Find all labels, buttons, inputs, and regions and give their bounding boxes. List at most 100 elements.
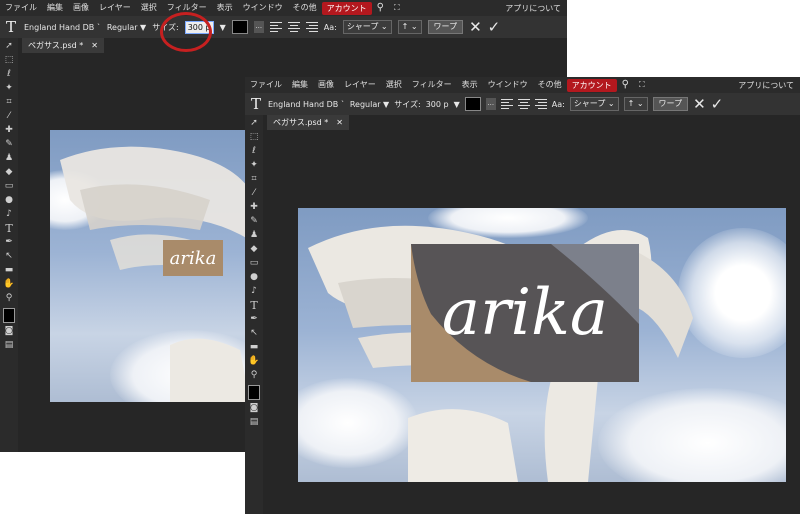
eyedropper-tool-icon[interactable]: ⁄ bbox=[248, 188, 260, 199]
align-left-icon[interactable] bbox=[500, 99, 513, 109]
type-tool-icon[interactable]: T bbox=[3, 223, 15, 234]
color-swatches-icon[interactable] bbox=[248, 384, 260, 400]
search-icon[interactable]: ⚲ bbox=[617, 77, 634, 93]
warp-button[interactable]: ワープ bbox=[427, 20, 464, 34]
antialias-select[interactable]: シャープ ⌄ bbox=[342, 20, 392, 34]
pen-tool-icon[interactable]: ✒ bbox=[3, 237, 15, 248]
lasso-tool-icon[interactable]: ℓ bbox=[3, 69, 15, 80]
blur-tool-icon[interactable]: ● bbox=[248, 272, 260, 283]
dodge-tool-icon[interactable]: ♪ bbox=[248, 286, 260, 297]
gradient-tool-icon[interactable]: ▭ bbox=[3, 181, 15, 192]
menu-image[interactable]: 画像 bbox=[68, 0, 94, 16]
warp-button[interactable]: ワープ bbox=[652, 97, 689, 111]
antialias-select[interactable]: シャープ ⌄ bbox=[569, 97, 619, 111]
font-family-select[interactable]: England Hand DB ` bbox=[268, 100, 345, 109]
eyedropper-tool-icon[interactable]: ⁄ bbox=[3, 111, 15, 122]
stamp-tool-icon[interactable]: ♟ bbox=[248, 230, 260, 241]
crop-tool-icon[interactable]: ⌗ bbox=[248, 174, 260, 185]
menu-edit[interactable]: 編集 bbox=[287, 77, 313, 93]
gradient-tool-icon[interactable]: ▭ bbox=[248, 258, 260, 269]
menu-account[interactable]: アカウント bbox=[566, 78, 617, 92]
menu-file[interactable]: ファイル bbox=[0, 0, 42, 16]
search-icon[interactable]: ⚲ bbox=[372, 0, 389, 16]
healing-tool-icon[interactable]: ✚ bbox=[248, 202, 260, 213]
more-options-button[interactable]: ... bbox=[485, 98, 496, 110]
align-right-icon[interactable] bbox=[305, 22, 318, 32]
text-color-swatch[interactable] bbox=[231, 20, 248, 34]
menu-about[interactable]: アプリについて bbox=[505, 3, 567, 14]
marquee-tool-icon[interactable]: ⬚ bbox=[3, 55, 15, 66]
font-style-select[interactable]: Regular ▼ bbox=[350, 100, 389, 109]
menu-file[interactable]: ファイル bbox=[245, 77, 287, 93]
text-color-swatch[interactable] bbox=[464, 97, 481, 111]
close-tab-icon[interactable]: ✕ bbox=[336, 118, 343, 127]
font-style-select[interactable]: Regular ▼ bbox=[107, 23, 146, 32]
align-center-icon[interactable] bbox=[287, 22, 300, 32]
fullscreen-icon[interactable]: ⛶ bbox=[389, 0, 405, 16]
menu-filter[interactable]: フィルター bbox=[407, 77, 457, 93]
fullscreen-icon[interactable]: ⛶ bbox=[634, 77, 650, 93]
menu-view[interactable]: 表示 bbox=[212, 0, 238, 16]
text-layer-box[interactable]: arika bbox=[163, 240, 223, 276]
path-select-tool-icon[interactable]: ↖ bbox=[3, 251, 15, 262]
magic-wand-tool-icon[interactable]: ✦ bbox=[3, 83, 15, 94]
document-canvas[interactable]: arika bbox=[50, 130, 250, 402]
quick-mask-icon[interactable]: ◙ bbox=[248, 403, 260, 414]
menu-view[interactable]: 表示 bbox=[457, 77, 483, 93]
eraser-tool-icon[interactable]: ◆ bbox=[3, 167, 15, 178]
align-right-icon[interactable] bbox=[534, 99, 547, 109]
shape-tool-icon[interactable]: ▬ bbox=[3, 265, 15, 276]
dodge-tool-icon[interactable]: ♪ bbox=[3, 209, 15, 220]
menu-window[interactable]: ウインドウ bbox=[238, 0, 288, 16]
brush-tool-icon[interactable]: ✎ bbox=[3, 139, 15, 150]
cancel-icon[interactable]: ✕ bbox=[469, 20, 482, 35]
zoom-tool-icon[interactable]: ⚲ bbox=[3, 293, 15, 304]
hand-tool-icon[interactable]: ✋ bbox=[248, 356, 260, 367]
menu-image[interactable]: 画像 bbox=[313, 77, 339, 93]
move-tool-icon[interactable]: ➚ bbox=[3, 41, 15, 52]
commit-icon[interactable]: ✓ bbox=[488, 20, 501, 35]
quick-mask-icon[interactable]: ◙ bbox=[3, 326, 15, 337]
menu-layer[interactable]: レイヤー bbox=[94, 0, 136, 16]
menu-edit[interactable]: 編集 bbox=[42, 0, 68, 16]
document-canvas[interactable]: arika bbox=[298, 208, 786, 482]
move-tool-icon[interactable]: ➚ bbox=[248, 118, 260, 129]
magic-wand-tool-icon[interactable]: ✦ bbox=[248, 160, 260, 171]
menu-more[interactable]: その他 bbox=[288, 0, 322, 16]
screen-mode-icon[interactable]: ▤ bbox=[3, 340, 15, 351]
healing-tool-icon[interactable]: ✚ bbox=[3, 125, 15, 136]
more-options-button[interactable]: ... bbox=[253, 21, 264, 33]
text-layer-box[interactable]: arika bbox=[411, 244, 639, 382]
menu-select[interactable]: 選択 bbox=[381, 77, 407, 93]
align-left-icon[interactable] bbox=[269, 22, 282, 32]
crop-tool-icon[interactable]: ⌗ bbox=[3, 97, 15, 108]
align-center-icon[interactable] bbox=[517, 99, 530, 109]
color-swatches-icon[interactable] bbox=[3, 307, 15, 323]
path-select-tool-icon[interactable]: ↖ bbox=[248, 328, 260, 339]
lasso-tool-icon[interactable]: ℓ bbox=[248, 146, 260, 157]
zoom-tool-icon[interactable]: ⚲ bbox=[248, 370, 260, 381]
menu-about[interactable]: アプリについて bbox=[738, 80, 800, 91]
menu-layer[interactable]: レイヤー bbox=[339, 77, 381, 93]
type-tool-icon[interactable]: T bbox=[248, 300, 260, 311]
brush-tool-icon[interactable]: ✎ bbox=[248, 216, 260, 227]
menu-account[interactable]: アカウント bbox=[321, 1, 372, 15]
shape-tool-icon[interactable]: ▬ bbox=[248, 342, 260, 353]
stamp-tool-icon[interactable]: ♟ bbox=[3, 153, 15, 164]
menu-window[interactable]: ウインドウ bbox=[483, 77, 533, 93]
size-dropdown-icon[interactable]: ▼ bbox=[454, 100, 460, 109]
marquee-tool-icon[interactable]: ⬚ bbox=[248, 132, 260, 143]
screen-mode-icon[interactable]: ▤ bbox=[248, 417, 260, 428]
commit-icon[interactable]: ✓ bbox=[711, 97, 724, 112]
text-direction-select[interactable]: ↑ ⌄ bbox=[397, 20, 422, 34]
size-dropdown-icon[interactable]: ▼ bbox=[220, 23, 226, 32]
document-tab[interactable]: ペガサス.psd * ✕ bbox=[22, 38, 104, 53]
hand-tool-icon[interactable]: ✋ bbox=[3, 279, 15, 290]
blur-tool-icon[interactable]: ● bbox=[3, 195, 15, 206]
cancel-icon[interactable]: ✕ bbox=[693, 97, 706, 112]
text-direction-select[interactable]: ↑ ⌄ bbox=[623, 97, 648, 111]
menu-more[interactable]: その他 bbox=[533, 77, 567, 93]
menu-select[interactable]: 選択 bbox=[136, 0, 162, 16]
document-tab[interactable]: ペガサス.psd * ✕ bbox=[267, 115, 349, 130]
eraser-tool-icon[interactable]: ◆ bbox=[248, 244, 260, 255]
